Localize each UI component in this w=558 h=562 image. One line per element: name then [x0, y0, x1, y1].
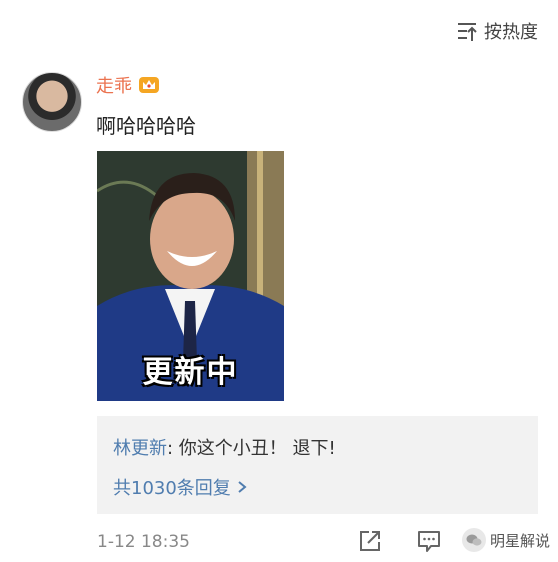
wechat-icon [462, 528, 486, 552]
sort-label: 按热度 [484, 22, 538, 43]
comment-image[interactable]: 更新中 [97, 151, 284, 401]
comment-text: 啊哈哈哈哈 [96, 114, 196, 138]
reply-count-label: 共1030条回复 [113, 478, 231, 499]
comment-icon[interactable] [416, 528, 442, 554]
image-caption: 更新中 [142, 355, 239, 390]
watermark-text: 明星解说 [490, 531, 551, 550]
username[interactable]: 走乖 [96, 72, 132, 98]
chevron-right-icon [238, 481, 247, 493]
reply-author[interactable]: 林更新 [113, 438, 167, 459]
reply-count-link[interactable]: 共1030条回复 [113, 474, 247, 500]
sort-icon [458, 23, 477, 41]
reply-text: : 你这个小丑！ 退下! [167, 438, 336, 459]
vip-crown-icon [139, 77, 159, 93]
reply-line: 林更新: 你这个小丑！ 退下! [113, 434, 336, 460]
avatar[interactable] [22, 72, 82, 132]
watermark: 明星解说 [462, 528, 550, 552]
timestamp: 1-12 18:35 [97, 532, 190, 552]
share-icon[interactable] [357, 528, 383, 554]
reply-preview[interactable]: 林更新: 你这个小丑！ 退下! 共1030条回复 [97, 416, 538, 514]
sort-toggle[interactable]: 按热度 [456, 18, 538, 44]
